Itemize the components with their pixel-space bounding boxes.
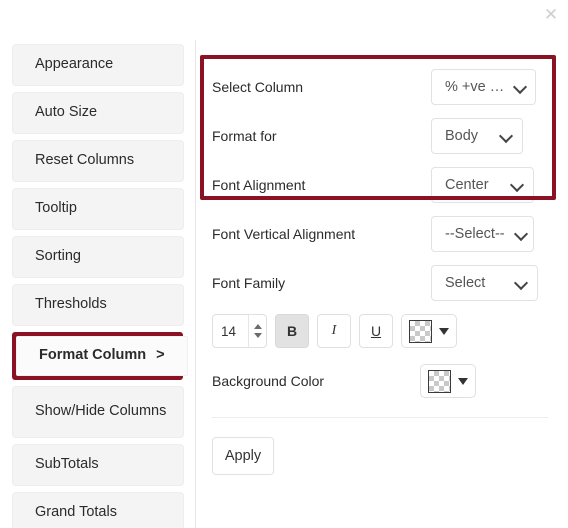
sidebar-item-thresholds-wrap: Thresholds bbox=[12, 284, 184, 326]
italic-button[interactable]: I bbox=[317, 314, 351, 348]
chevron-down-icon bbox=[515, 227, 524, 240]
underline-button[interactable]: U bbox=[359, 314, 393, 348]
apply-button[interactable]: Apply bbox=[212, 437, 274, 475]
font-style-toolbar: 14 B I U bbox=[208, 307, 556, 355]
sidebar-item-appearance[interactable]: Appearance bbox=[12, 44, 184, 86]
triangle-down-icon bbox=[458, 377, 468, 385]
font-vertical-alignment-dropdown[interactable]: --Select-- bbox=[431, 215, 534, 252]
background-color-picker[interactable] bbox=[420, 364, 476, 398]
font-family-dropdown[interactable]: Select bbox=[431, 264, 538, 301]
font-family-value: Select bbox=[445, 274, 486, 291]
font-vertical-alignment-label: Font Vertical Alignment bbox=[212, 225, 356, 242]
sidebar-item-reset-columns[interactable]: Reset Columns bbox=[12, 140, 184, 182]
background-color-swatch bbox=[428, 369, 451, 393]
sidebar-item-label: Thresholds bbox=[35, 296, 107, 313]
apply-row: Apply bbox=[208, 418, 556, 475]
sidebar-item-label: Show/Hide Columns bbox=[35, 403, 167, 420]
row-format-for: Format for Body bbox=[208, 111, 556, 160]
row-font-family: Font Family Select bbox=[208, 258, 556, 307]
sidebar-item-label: Auto Size bbox=[35, 104, 98, 121]
sidebar-item-sorting-wrap: Sorting bbox=[12, 236, 184, 278]
sidebar-item-label: SubTotals bbox=[35, 456, 99, 473]
sidebar-item-thresholds[interactable]: Thresholds bbox=[12, 284, 184, 326]
sidebar-item-label: Reset Columns bbox=[35, 152, 135, 169]
font-size-spinner[interactable] bbox=[248, 315, 266, 347]
sidebar-item-label: Appearance bbox=[35, 56, 114, 73]
chevron-right-icon: > bbox=[156, 347, 165, 364]
sidebar-item-auto-size-wrap: Auto Size bbox=[12, 92, 184, 134]
format-for-value: Body bbox=[445, 127, 479, 144]
font-alignment-label: Font Alignment bbox=[212, 176, 306, 193]
sidebar-item-label: Format Column bbox=[39, 347, 147, 364]
row-background-color: Background Color bbox=[208, 355, 556, 407]
close-icon[interactable]: ✕ bbox=[540, 4, 562, 26]
sidebar-item-sorting[interactable]: Sorting bbox=[12, 236, 184, 278]
font-size-stepper[interactable]: 14 bbox=[212, 314, 267, 348]
sidebar-item-reset-columns-wrap: Reset Columns bbox=[12, 140, 184, 182]
chevron-down-icon bbox=[514, 80, 526, 93]
font-alignment-dropdown[interactable]: Center bbox=[431, 166, 534, 203]
chevron-down-icon bbox=[500, 129, 513, 142]
format-for-label: Format for bbox=[212, 127, 277, 144]
bold-button[interactable]: B bbox=[275, 314, 309, 348]
chevron-down-icon bbox=[515, 276, 528, 289]
sidebar-item-show-hide-columns[interactable]: Show/Hide Columns bbox=[12, 386, 184, 438]
sidebar: Appearance Auto Size Reset Columns Toolt… bbox=[0, 40, 196, 528]
format-column-form-panel: Select Column % +ve … Format for Body Fo… bbox=[196, 40, 568, 528]
triangle-down-icon bbox=[439, 327, 449, 335]
row-font-vertical-alignment: Font Vertical Alignment --Select-- bbox=[208, 209, 556, 258]
font-size-value[interactable]: 14 bbox=[213, 315, 248, 347]
row-select-column: Select Column % +ve … bbox=[208, 62, 556, 111]
chevron-down-icon bbox=[511, 178, 524, 191]
sidebar-item-show-hide-columns-wrap: Show/Hide Columns bbox=[12, 386, 184, 438]
settings-panel: Appearance Auto Size Reset Columns Toolt… bbox=[0, 40, 568, 528]
spinner-up-icon[interactable] bbox=[253, 324, 262, 329]
sidebar-item-format-column[interactable]: Format Column > bbox=[16, 336, 188, 376]
sidebar-item-tooltip-wrap: Tooltip bbox=[12, 188, 184, 230]
sidebar-item-appearance-wrap: Appearance bbox=[12, 44, 184, 86]
font-color-swatch bbox=[409, 319, 432, 343]
format-for-dropdown[interactable]: Body bbox=[431, 117, 523, 154]
sidebar-item-label: Tooltip bbox=[35, 200, 77, 217]
sidebar-item-grand-totals[interactable]: Grand Totals bbox=[12, 492, 184, 528]
row-font-alignment: Font Alignment Center bbox=[208, 160, 556, 209]
select-column-dropdown[interactable]: % +ve … bbox=[431, 68, 536, 105]
sidebar-item-subtotals-wrap: SubTotals bbox=[12, 444, 184, 486]
sidebar-item-label: Grand Totals bbox=[35, 504, 117, 521]
font-color-picker[interactable] bbox=[401, 314, 457, 348]
select-column-label: Select Column bbox=[212, 78, 304, 95]
sidebar-item-label: Sorting bbox=[35, 248, 81, 265]
sidebar-item-subtotals[interactable]: SubTotals bbox=[12, 444, 184, 486]
font-family-label: Font Family bbox=[212, 274, 286, 291]
sidebar-item-tooltip[interactable]: Tooltip bbox=[12, 188, 184, 230]
font-alignment-value: Center bbox=[445, 176, 489, 193]
font-vertical-alignment-value: --Select-- bbox=[445, 225, 505, 242]
spinner-down-icon[interactable] bbox=[253, 333, 262, 338]
select-column-value: % +ve … bbox=[445, 78, 505, 95]
sidebar-item-auto-size[interactable]: Auto Size bbox=[12, 92, 184, 134]
sidebar-item-format-column-highlight: Format Column > bbox=[12, 332, 188, 380]
format-column-form: Select Column % +ve … Format for Body Fo… bbox=[196, 40, 568, 475]
sidebar-item-grand-totals-wrap: Grand Totals bbox=[12, 492, 184, 528]
background-color-label: Background Color bbox=[212, 373, 325, 389]
